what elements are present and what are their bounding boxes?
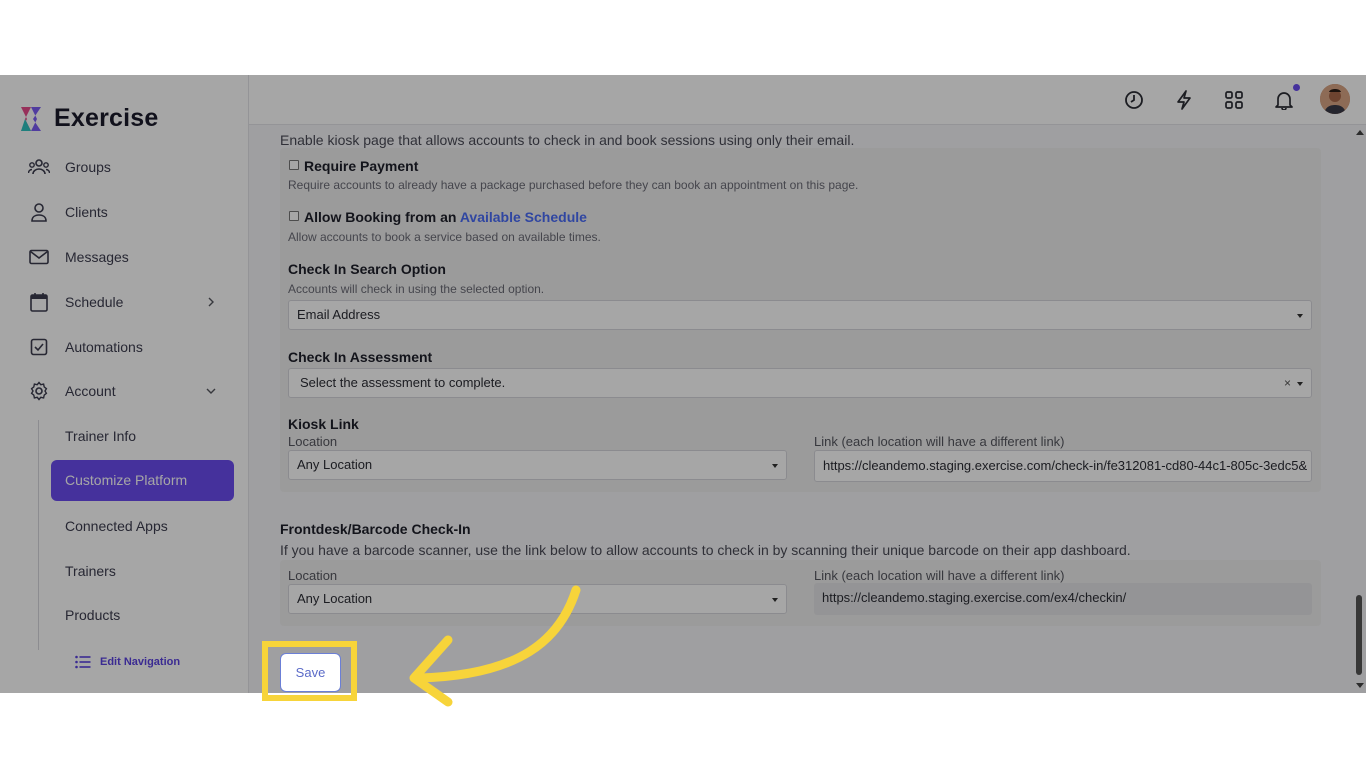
- screen: Exercise Groups Clients Messages Schedul…: [0, 0, 1366, 768]
- pointer-arrow-icon: [409, 585, 581, 707]
- app-window: Exercise Groups Clients Messages Schedul…: [0, 75, 1366, 693]
- save-button[interactable]: Save: [280, 653, 341, 692]
- dim-overlay: [0, 75, 1366, 693]
